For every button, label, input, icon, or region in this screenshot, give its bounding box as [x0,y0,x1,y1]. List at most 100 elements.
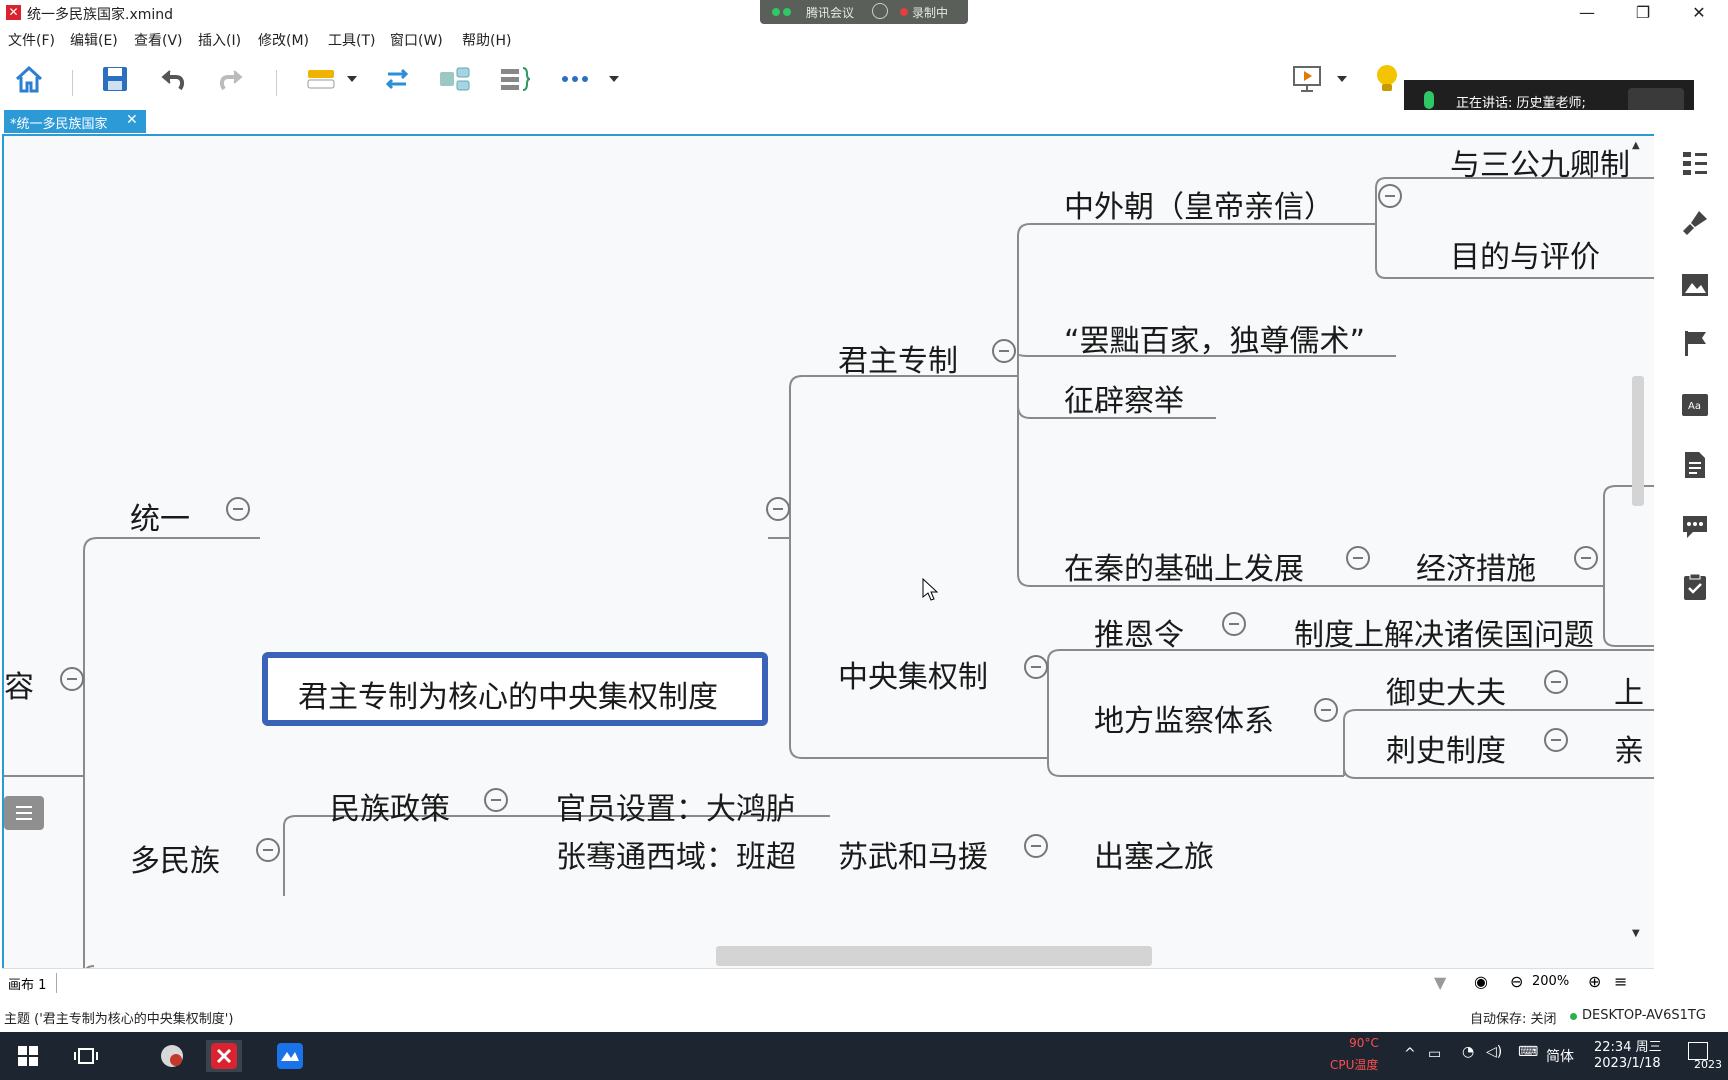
central-topic[interactable]: 君主专制为核心的中央集权制度 [262,652,768,726]
maximize-button[interactable]: ❐ [1628,3,1658,22]
topic-mudi[interactable]: 目的与评价 [1450,232,1600,276]
topic-zaiqin[interactable]: 在秦的基础上发展 [1064,544,1304,588]
zoom-in-icon[interactable]: ⊕ [1588,972,1601,991]
chevron-down-icon[interactable] [1334,62,1350,96]
tab-close-icon[interactable]: ✕ [126,112,138,128]
battery-icon[interactable]: ▭ [1428,1046,1441,1062]
task-icon[interactable] [1678,570,1712,604]
menu-help[interactable]: 帮助(H) [462,30,511,50]
collapse-icon[interactable] [60,667,84,691]
menu-edit[interactable]: 编辑(E) [70,30,118,50]
outline-icon[interactable] [1678,146,1712,180]
topic-sangong[interactable]: 与三公九卿制 [1450,140,1630,184]
vertical-scroll-thumb[interactable] [1632,376,1644,506]
chevron-down-icon[interactable] [344,62,360,96]
eye-icon[interactable]: ◉ [1474,972,1488,991]
network-icon[interactable]: ◔ [1462,1044,1474,1060]
topic-minzu[interactable]: 民族政策 [330,784,450,828]
tab-document[interactable]: *统一多民族国家 ✕ [4,110,146,133]
sticker-icon[interactable]: Aa [1678,388,1712,422]
topic-zhidu[interactable]: 制度上解决诸侯国问题 [1294,610,1594,654]
menu-file[interactable]: 文件(F) [8,30,55,50]
collapse-icon[interactable] [226,497,250,521]
topic-rong[interactable]: 容 [4,662,34,706]
collapse-icon[interactable] [1378,184,1402,208]
keyboard-icon[interactable]: ⌨ [1518,1044,1538,1060]
tray-expand-icon[interactable]: ^ [1404,1046,1416,1062]
marker-flag-icon[interactable] [1678,326,1712,360]
menu-insert[interactable]: 插入(I) [198,30,241,50]
menu-view[interactable]: 查看(V) [134,30,183,50]
vertical-scrollbar[interactable]: ▲ ▼ [1630,140,1646,945]
topic-guanyuan[interactable]: 官员设置：大鸿胪 [556,784,796,828]
windows-start-icon[interactable] [10,1040,46,1072]
chevron-down-icon[interactable] [606,62,622,96]
collapse-icon[interactable] [256,838,280,862]
app-parrot-icon[interactable] [154,1040,190,1072]
collapse-icon[interactable] [766,497,790,521]
collapse-icon[interactable] [992,339,1016,363]
collapse-icon[interactable] [1544,728,1568,752]
topic-bachu[interactable]: “罢黜百家，独尊儒术” [1064,316,1365,360]
outline-toggle-button[interactable] [4,796,44,830]
notes-icon[interactable] [1678,448,1712,482]
menu-tools[interactable]: 工具(T) [328,30,375,50]
undo-icon[interactable] [156,62,190,96]
info-icon[interactable] [872,3,888,19]
subtopic-icon[interactable] [438,62,472,96]
collapse-icon[interactable] [1544,670,1568,694]
collapse-icon[interactable] [1024,834,1048,858]
topic-zhongyang[interactable]: 中央集权制 [838,652,988,696]
fit-menu-icon[interactable]: ≡ [1614,972,1627,991]
topic-zhongwaichao[interactable]: 中外朝（皇帝亲信） [1064,182,1334,226]
menu-window[interactable]: 窗口(W) [390,30,443,50]
clock-date[interactable]: 2023/1/18 [1594,1056,1661,1071]
topic-zhangqian[interactable]: 张骞通西域：班超 [556,832,796,876]
filter-icon[interactable]: ▼ [1434,973,1446,992]
scroll-up-icon[interactable]: ▲ [1632,140,1640,151]
boundary-icon[interactable] [498,62,532,96]
topic-zhaorong[interactable]: 出塞之旅 [1094,832,1214,876]
topic-duominzu[interactable]: 多民族 [130,836,220,880]
meeting-status-bar[interactable]: 腾讯会议 录制中 [760,0,968,24]
more-icon[interactable] [558,62,592,96]
collapse-icon[interactable] [1314,698,1338,722]
clock-time[interactable]: 22:34 周三 [1594,1036,1662,1055]
ime-indicator[interactable]: 简体 [1546,1046,1574,1066]
topic-style-icon[interactable] [304,62,338,96]
idea-bulb-icon[interactable] [1370,62,1404,96]
menu-modify[interactable]: 修改(M) [258,30,309,50]
topic-cishi[interactable]: 刺史制度 [1386,726,1506,770]
presentation-icon[interactable] [1290,62,1324,96]
zoom-out-icon[interactable]: ⊖ [1510,972,1523,991]
topic-zhengpi[interactable]: 征辟察举 [1064,376,1184,420]
collapse-icon[interactable] [1222,612,1246,636]
task-view-icon[interactable] [68,1040,104,1072]
collapse-icon[interactable] [1346,546,1370,570]
volume-icon[interactable]: ◁) [1486,1044,1502,1060]
collapse-icon[interactable] [484,788,508,812]
topic-tongyi[interactable]: 统一 [130,494,190,538]
horizontal-scroll-thumb[interactable] [716,946,1152,966]
redo-icon[interactable] [214,62,248,96]
sheet-tab[interactable]: 画布 1 [8,974,46,993]
collapse-icon[interactable] [1574,546,1598,570]
mindmap-canvas[interactable]: 君主专制为核心的中央集权制度 统一 容 君主专制 中央集权制 中外朝（皇帝亲信）… [2,134,1654,970]
scroll-down-icon[interactable]: ▼ [1632,928,1640,939]
image-icon[interactable] [1678,268,1712,302]
topic-difang[interactable]: 地方监察体系 [1094,696,1274,740]
comment-icon[interactable] [1678,510,1712,544]
topic-tuien[interactable]: 推恩令 [1094,610,1184,654]
home-icon[interactable] [12,62,46,96]
format-brush-icon[interactable] [1678,206,1712,240]
relationship-icon[interactable] [380,62,414,96]
meeting-app-icon[interactable] [272,1040,308,1072]
xmind-taskbar-icon[interactable] [206,1040,242,1072]
topic-jingji[interactable]: 经济措施 [1416,544,1536,588]
close-window-button[interactable]: ✕ [1684,3,1714,22]
minimize-button[interactable]: — [1572,3,1602,22]
topic-suwu[interactable]: 苏武和马援 [838,832,988,876]
topic-yushi[interactable]: 御史大夫 [1386,668,1506,712]
save-icon[interactable] [98,62,132,96]
collapse-icon[interactable] [1024,655,1048,679]
